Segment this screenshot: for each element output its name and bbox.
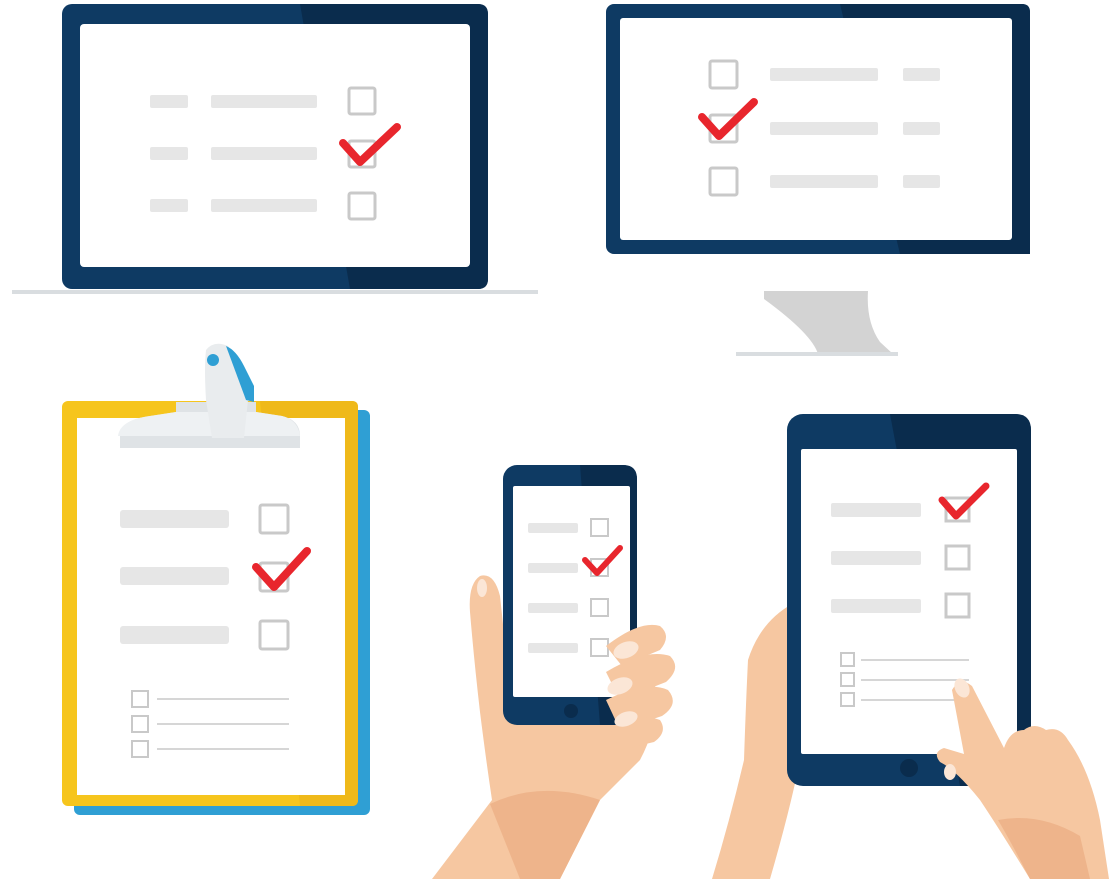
- tablet-with-hands: [712, 414, 1109, 879]
- placeholder-long: [528, 643, 578, 653]
- placeholder-long: [528, 563, 578, 573]
- placeholder-long: [770, 175, 878, 188]
- monitor-stand: [764, 291, 893, 354]
- placeholder-long: [770, 122, 878, 135]
- placeholder-long: [211, 95, 317, 108]
- thumbnail: [477, 579, 487, 597]
- placeholder-long: [120, 626, 229, 644]
- laptop-base-line: [12, 290, 538, 294]
- placeholder-short: [903, 175, 940, 188]
- placeholder-short: [150, 199, 188, 212]
- placeholder-long: [831, 551, 921, 565]
- line-placeholder: [157, 723, 289, 725]
- placeholder-long: [120, 567, 229, 585]
- clipboard-paper: [77, 418, 345, 795]
- monitor-base-line: [736, 352, 898, 356]
- clipboard: [62, 343, 370, 815]
- placeholder-long: [211, 147, 317, 160]
- devices-checklist-illustration: [12, 4, 1109, 879]
- clip-hole: [207, 354, 219, 366]
- placeholder-short: [150, 147, 188, 160]
- line-placeholder: [861, 659, 969, 661]
- placeholder-long: [211, 199, 317, 212]
- line-placeholder: [157, 748, 289, 750]
- line-placeholder: [157, 698, 289, 700]
- phone-screen: [513, 486, 630, 697]
- placeholder-long: [528, 523, 578, 533]
- placeholder-long: [120, 510, 229, 528]
- phone-home-button: [564, 704, 578, 718]
- placeholder-long: [528, 603, 578, 613]
- fingernail: [944, 764, 956, 780]
- smartphone-with-hand: [432, 465, 676, 879]
- placeholder-short: [903, 122, 940, 135]
- line-placeholder: [861, 699, 969, 701]
- placeholder-short: [903, 68, 940, 81]
- placeholder-long: [770, 68, 878, 81]
- placeholder-short: [150, 95, 188, 108]
- desktop-monitor: [606, 4, 1030, 356]
- placeholder-long: [831, 599, 921, 613]
- laptop: [12, 4, 538, 294]
- clipboard-clip: [118, 343, 300, 448]
- placeholder-long: [831, 503, 921, 517]
- tablet-home-button: [900, 759, 918, 777]
- line-placeholder: [861, 679, 969, 681]
- laptop-screen: [80, 24, 470, 267]
